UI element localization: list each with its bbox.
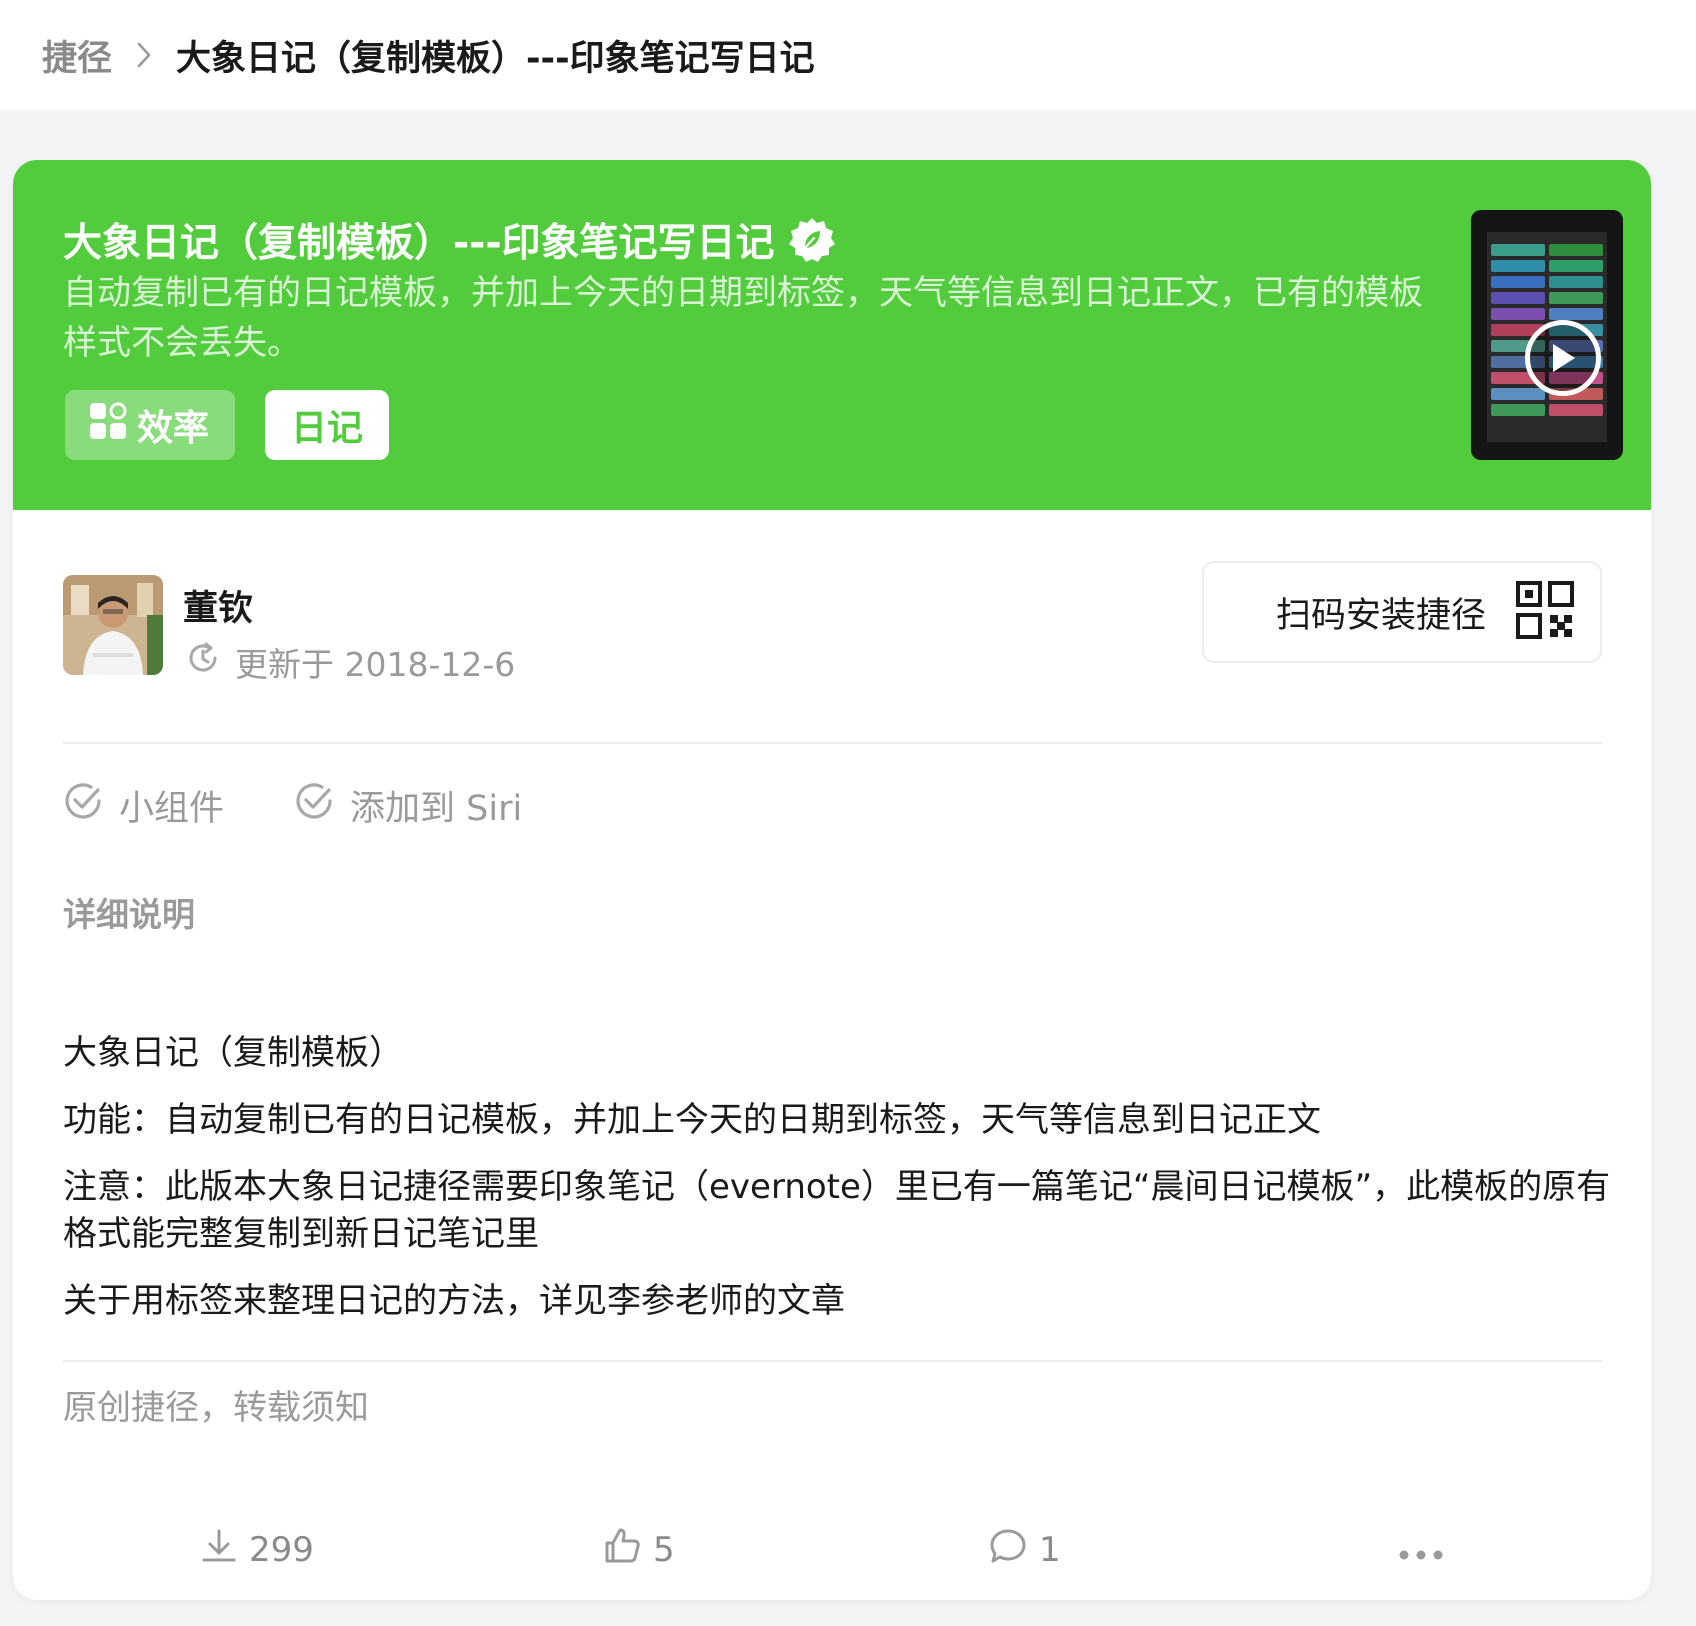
shortcut-title: 大象日记（复制模板）---印象笔记写日记 bbox=[63, 221, 775, 266]
check-circle-icon bbox=[63, 781, 103, 830]
apps-icon bbox=[89, 402, 127, 449]
check-circle-icon bbox=[294, 781, 334, 830]
details-line: 关于用标签来整理日记的方法，详见李参老师的文章 bbox=[63, 1281, 845, 1321]
tag-efficiency-label: 效率 bbox=[137, 408, 210, 449]
details-heading: 详细说明 bbox=[63, 895, 195, 934]
download-count: 299 bbox=[249, 1530, 314, 1570]
divider bbox=[63, 742, 1603, 744]
qr-code-icon bbox=[1516, 581, 1574, 643]
comment-icon bbox=[989, 1527, 1027, 1574]
details-body: 大象日记（复制模板） 功能：自动复制已有的日记模板，并加上今天的日期到标签，天气… bbox=[63, 1030, 1613, 1345]
comment-button[interactable]: 1 bbox=[989, 1510, 1061, 1590]
feature-list: 小组件 添加到 Siri bbox=[63, 780, 522, 831]
more-horizontal-icon bbox=[1399, 1530, 1443, 1570]
original-shortcut-notice-link[interactable]: 原创捷径，转载须知 bbox=[63, 1380, 369, 1429]
author-avatar[interactable] bbox=[63, 575, 163, 675]
shortcut-card: 大象日记（复制模板）---印象笔记写日记 自动复制已有的日记模板，并加上今天的日… bbox=[13, 160, 1651, 1600]
breadcrumb-current: 大象日记（复制模板）---印象笔记写日记 bbox=[176, 38, 815, 79]
details-line: 注意：此版本大象日记捷径需要印象笔记（evernote）里已有一篇笔记“晨间日记… bbox=[63, 1167, 1611, 1254]
verified-badge-icon bbox=[787, 215, 837, 265]
breadcrumb-root-link[interactable]: 捷径 bbox=[42, 30, 112, 81]
details-line: 功能：自动复制已有的日记模板，并加上今天的日期到标签，天气等信息到日记正文 bbox=[63, 1100, 1321, 1140]
hero-banner: 大象日记（复制模板）---印象笔记写日记 自动复制已有的日记模板，并加上今天的日… bbox=[13, 160, 1651, 510]
tag-efficiency[interactable]: 效率 bbox=[65, 390, 236, 460]
like-count: 5 bbox=[653, 1530, 675, 1570]
hero-title-row: 大象日记（复制模板）---印象笔记写日记 bbox=[63, 212, 837, 268]
update-info: 更新于 2018-12-6 bbox=[185, 638, 515, 686]
chevron-right-icon bbox=[112, 41, 176, 69]
feature-siri: 添加到 Siri bbox=[294, 780, 522, 831]
video-thumbnail[interactable] bbox=[1471, 210, 1623, 460]
download-button[interactable]: 299 bbox=[201, 1510, 314, 1590]
category-tags: 效率 日记 bbox=[65, 390, 390, 460]
feature-widget: 小组件 bbox=[63, 780, 224, 831]
thumbs-up-icon bbox=[603, 1527, 641, 1574]
more-options-button[interactable] bbox=[1399, 1510, 1443, 1590]
download-icon bbox=[201, 1528, 237, 1573]
video-preview-screen bbox=[1487, 232, 1607, 442]
play-icon[interactable] bbox=[1525, 320, 1601, 396]
tag-diary-label: 日记 bbox=[291, 408, 364, 449]
feature-siri-label: 添加到 Siri bbox=[350, 789, 523, 829]
updated-date: 更新于 2018-12-6 bbox=[235, 645, 516, 684]
scan-to-install-label: 扫码安装捷径 bbox=[1275, 595, 1486, 636]
scan-to-install-button[interactable]: 扫码安装捷径 bbox=[1202, 561, 1602, 663]
like-button[interactable]: 5 bbox=[603, 1510, 675, 1590]
feature-widget-label: 小组件 bbox=[119, 789, 225, 829]
details-line: 大象日记（复制模板） bbox=[63, 1033, 403, 1073]
comment-count: 1 bbox=[1039, 1530, 1061, 1570]
breadcrumb: 捷径 大象日记（复制模板）---印象笔记写日记 bbox=[0, 0, 1696, 110]
stats-bar: 299 5 1 bbox=[13, 1510, 1651, 1590]
tag-diary[interactable]: 日记 bbox=[265, 390, 390, 460]
refresh-clock-icon bbox=[185, 640, 221, 684]
shortcut-description: 自动复制已有的日记模板，并加上今天的日期到标签，天气等信息到日记正文，已有的模板… bbox=[63, 273, 1423, 363]
author-name[interactable]: 董钦 bbox=[183, 580, 253, 631]
divider bbox=[63, 1360, 1603, 1362]
